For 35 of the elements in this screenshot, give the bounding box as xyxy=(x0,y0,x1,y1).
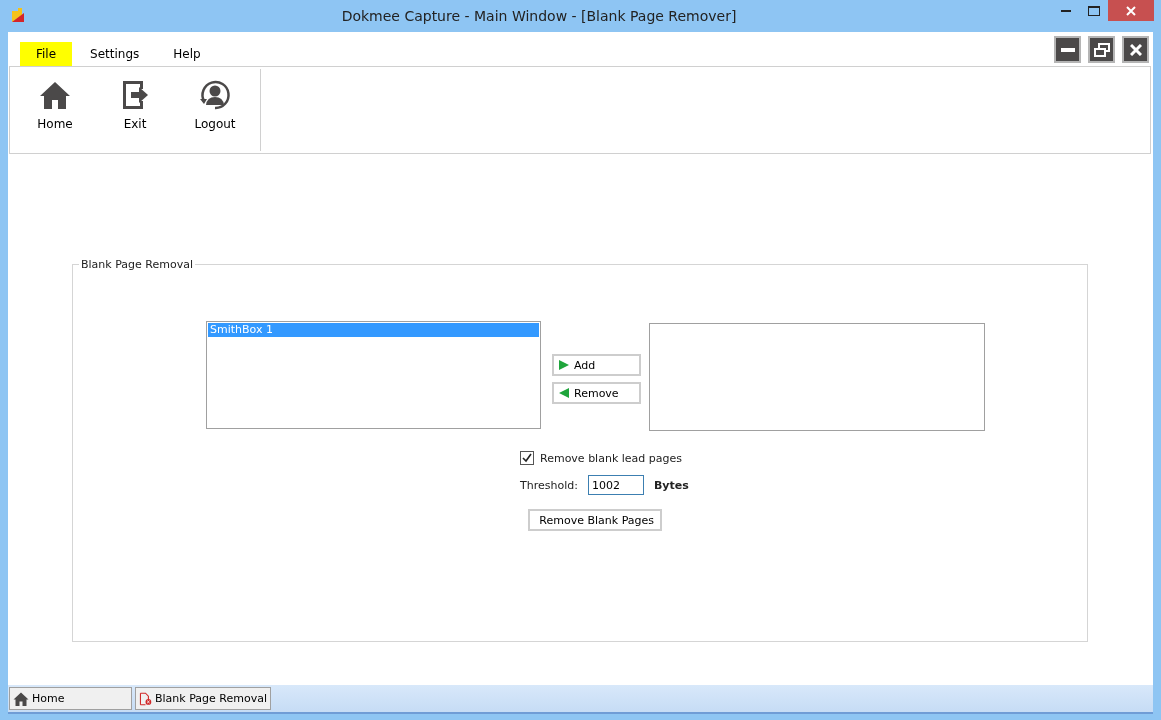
minimize-icon xyxy=(1060,47,1075,52)
checkbox[interactable] xyxy=(520,451,534,465)
checkbox-label: Remove blank lead pages xyxy=(540,451,682,465)
remove-button[interactable]: Remove xyxy=(552,382,641,404)
add-button[interactable]: Add xyxy=(552,354,641,376)
close-icon xyxy=(1126,5,1136,16)
group-title: Blank Page Removal xyxy=(80,258,194,271)
ribbon-button[interactable]: Logout xyxy=(182,79,248,131)
document-tab[interactable]: Home xyxy=(9,687,132,710)
window-title: Dokmee Capture - Main Window - [Blank Page Remover] xyxy=(340,8,738,24)
menu-tab[interactable]: Settings xyxy=(74,42,156,66)
home-icon xyxy=(39,79,71,111)
minimize-icon xyxy=(1061,9,1071,12)
restore-icon xyxy=(1093,42,1110,57)
close-button[interactable] xyxy=(1122,36,1149,63)
close-icon xyxy=(1129,43,1142,56)
ribbon-button[interactable]: Home xyxy=(22,79,88,131)
unit-label: Bytes xyxy=(653,478,689,492)
threshold-label: Threshold: xyxy=(520,478,578,492)
menu-tab[interactable]: File xyxy=(20,42,73,66)
close-button[interactable] xyxy=(1108,0,1154,21)
home-icon xyxy=(13,690,29,707)
back-icon xyxy=(559,388,569,398)
document-tab[interactable]: Blank Page Removal xyxy=(135,687,271,710)
app-logo-icon xyxy=(10,7,26,23)
menu-tab[interactable]: Help xyxy=(157,42,217,66)
restore-button[interactable] xyxy=(1088,36,1115,63)
target-list[interactable] xyxy=(649,323,985,431)
ribbon-button[interactable]: Exit xyxy=(102,79,168,131)
user-refresh-icon xyxy=(198,79,232,111)
minimize-button[interactable] xyxy=(1054,36,1081,63)
play-icon xyxy=(559,360,569,370)
threshold-field[interactable]: 1002 xyxy=(587,475,644,495)
remove-blank-pages-button[interactable]: Remove Blank Pages xyxy=(528,509,662,531)
maximize-icon xyxy=(1088,5,1100,16)
